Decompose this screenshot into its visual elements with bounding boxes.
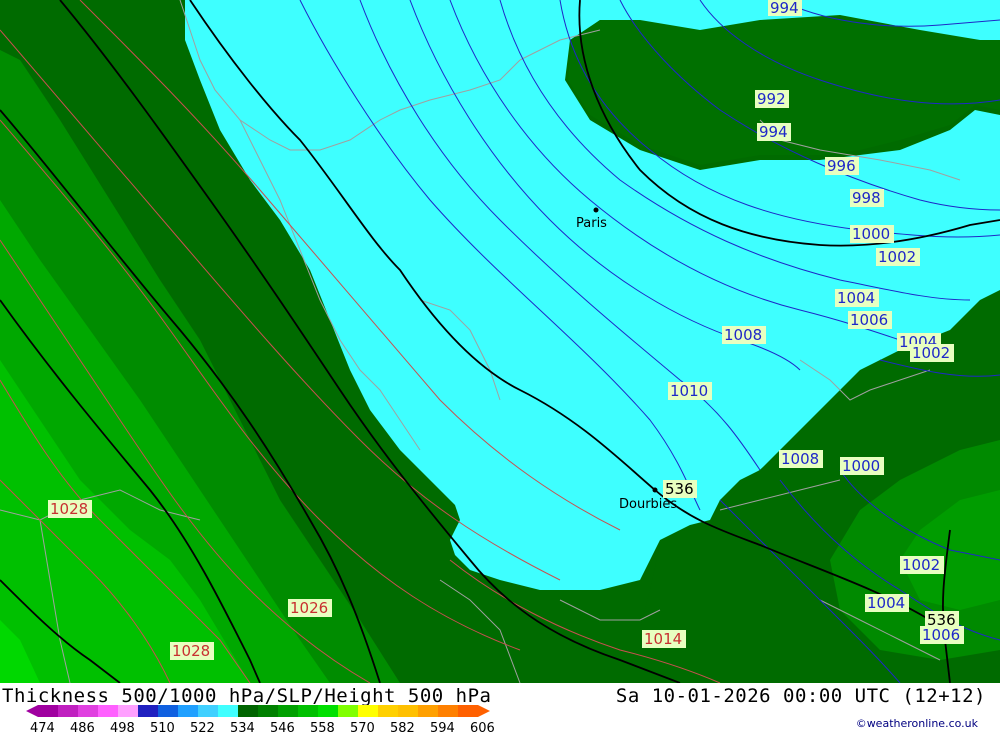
label-1010: 1010: [668, 382, 712, 400]
svg-text:1000: 1000: [842, 457, 880, 475]
credit-link[interactable]: ©weatheronline.co.uk: [856, 717, 978, 730]
legend-swatch: [178, 705, 198, 717]
svg-text:1028: 1028: [172, 642, 210, 660]
label-994: 994: [757, 123, 791, 141]
legend-swatch: [98, 705, 118, 717]
legend-swatch: [238, 705, 258, 717]
label-1004-south: 1004: [865, 594, 909, 612]
label-998: 998: [850, 189, 884, 207]
legend-swatch: [338, 705, 358, 717]
label-1028-west: 1028: [48, 500, 92, 518]
svg-text:1002: 1002: [878, 248, 916, 266]
height-label-536: 536: [663, 480, 697, 498]
legend-swatch: [218, 705, 238, 717]
svg-text:1010: 1010: [670, 382, 708, 400]
legend-swatch: [138, 705, 158, 717]
legend-swatch: [378, 705, 398, 717]
legend-arrow-right: [478, 705, 490, 717]
label-994-top: 994: [768, 0, 802, 17]
svg-text:994: 994: [759, 123, 788, 141]
legend-swatch: [418, 705, 438, 717]
svg-text:992: 992: [757, 90, 786, 108]
forecast-datetime: Sa 10-01-2026 00:00 UTC (12+12): [615, 685, 986, 707]
svg-text:1002: 1002: [902, 556, 940, 574]
label-1002: 1002: [876, 248, 920, 266]
svg-text:1014: 1014: [644, 630, 682, 648]
legend-swatch: [118, 705, 138, 717]
legend-swatch: [298, 705, 318, 717]
svg-text:536: 536: [927, 611, 956, 629]
label-1000: 1000: [850, 225, 894, 243]
label-1004: 1004: [835, 289, 879, 307]
height-label-536-south: 536: [925, 611, 959, 629]
weather-map: Paris Dourbies 994 992 994 996 998 1000 …: [0, 0, 1000, 683]
legend-swatch: [198, 705, 218, 717]
label-1008: 1008: [722, 326, 766, 344]
legend-swatch: [278, 705, 298, 717]
label-1008-south: 1008: [779, 450, 823, 468]
svg-text:1004: 1004: [837, 289, 875, 307]
dourbies-dot: [652, 487, 658, 493]
svg-text:1002: 1002: [912, 344, 950, 362]
svg-text:1028: 1028: [50, 500, 88, 518]
chart-title: Thickness 500/1000 hPa/SLP/Height 500 hP…: [2, 685, 492, 707]
svg-text:996: 996: [827, 157, 856, 175]
label-996: 996: [825, 157, 859, 175]
label-992: 992: [755, 90, 789, 108]
label-1002-east: 1002: [910, 344, 954, 362]
svg-text:998: 998: [852, 189, 881, 207]
label-1002-south: 1002: [900, 556, 944, 574]
legend-swatch: [398, 705, 418, 717]
paris-dot: [593, 207, 599, 213]
label-1000-south: 1000: [840, 457, 884, 475]
legend-swatch: [158, 705, 178, 717]
label-1026: 1026: [288, 599, 332, 617]
legend-swatch: [38, 705, 58, 717]
legend-swatch: [58, 705, 78, 717]
color-legend: 474 486 498 510 522 534 546 558 570 582 594 606: [26, 705, 495, 735]
legend-swatch: [78, 705, 98, 717]
label-1006: 1006: [848, 311, 892, 329]
svg-text:1008: 1008: [724, 326, 762, 344]
svg-text:536: 536: [665, 480, 694, 498]
svg-text:1004: 1004: [867, 594, 905, 612]
svg-text:1026: 1026: [290, 599, 328, 617]
svg-text:994: 994: [770, 0, 799, 17]
svg-text:1000: 1000: [852, 225, 890, 243]
label-1014: 1014: [642, 630, 686, 648]
legend-swatch: [258, 705, 278, 717]
map-footer: Thickness 500/1000 hPa/SLP/Height 500 hP…: [0, 683, 1000, 735]
dourbies-label: Dourbies: [619, 497, 677, 512]
svg-text:1008: 1008: [781, 450, 819, 468]
paris-label: Paris: [576, 216, 607, 231]
legend-swatch: [358, 705, 378, 717]
svg-text:1006: 1006: [850, 311, 888, 329]
legend-arrow-left: [26, 705, 38, 717]
legend-swatch: [318, 705, 338, 717]
legend-swatch: [458, 705, 478, 717]
legend-swatch: [438, 705, 458, 717]
label-1028-south: 1028: [170, 642, 214, 660]
